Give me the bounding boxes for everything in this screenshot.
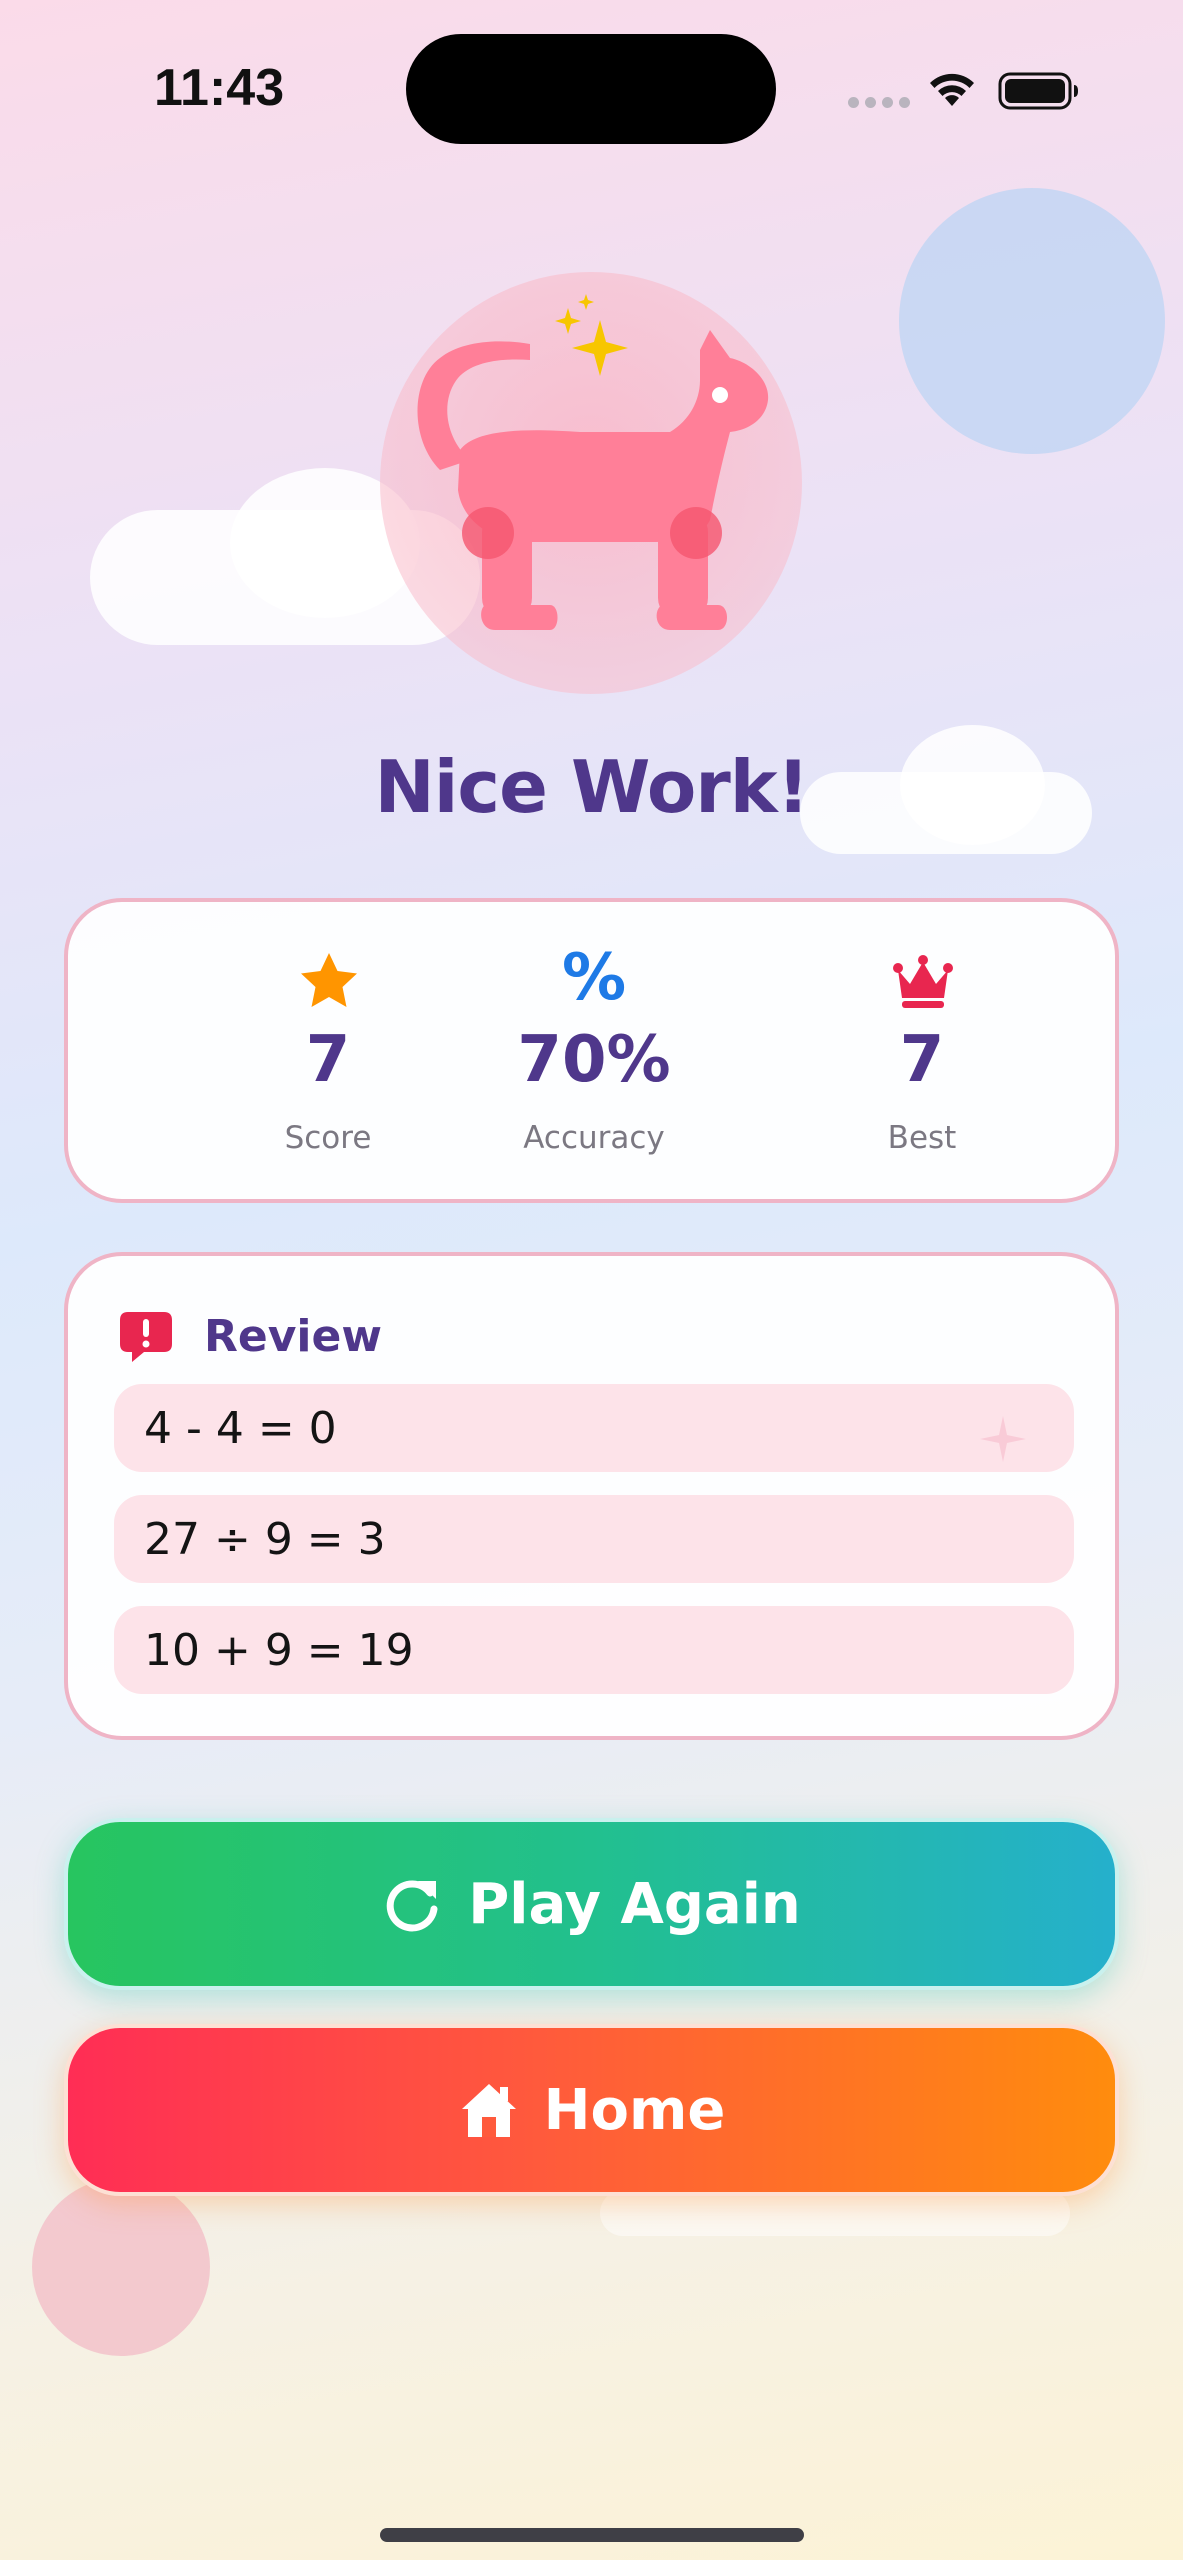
best-value: 7: [899, 1023, 945, 1097]
best-label: Best: [887, 1120, 957, 1156]
score-label: Score: [284, 1120, 372, 1156]
review-item: 10 + 9 = 19: [114, 1606, 1074, 1694]
sparkles-icon: [555, 294, 628, 376]
review-item: 4 - 4 = 0: [114, 1384, 1074, 1472]
page-title: Nice Work!: [374, 745, 809, 829]
battery-icon: [998, 72, 1078, 110]
play-again-label: Play Again: [468, 1871, 801, 1937]
review-card: Review 4 - 4 = 0 27 ÷ 9 = 3 10 + 9 = 19: [64, 1252, 1119, 1740]
crown-icon: [893, 955, 953, 1008]
best-stat: 7 Best: [772, 902, 1072, 1199]
stats-card: 7 Score % 70% Accuracy 7 Best: [64, 898, 1119, 1203]
review-title: Review: [204, 1310, 382, 1362]
wifi-icon: [930, 73, 974, 106]
home-button[interactable]: Home: [64, 2024, 1119, 2196]
cellular-signal-icon: [848, 97, 910, 108]
cloud-decoration: [600, 2190, 1070, 2236]
home-label: Home: [543, 2077, 726, 2143]
accuracy-value: 70%: [517, 1023, 671, 1097]
review-header: Review: [118, 1306, 382, 1366]
refresh-icon: [386, 1880, 438, 1932]
percent-icon: %: [561, 941, 627, 1015]
house-icon: [461, 2084, 516, 2137]
score-stat: 7 Score: [178, 902, 478, 1199]
accuracy-stat: % 70% Accuracy: [444, 902, 744, 1199]
dynamic-island: [406, 34, 776, 144]
decorative-circle: [32, 2178, 210, 2356]
play-again-button[interactable]: Play Again: [64, 1818, 1119, 1990]
score-value: 7: [305, 1023, 351, 1097]
alert-bubble-icon: [120, 1312, 172, 1362]
review-item: 27 ÷ 9 = 3: [114, 1495, 1074, 1583]
review-list: 4 - 4 = 0 27 ÷ 9 = 3 10 + 9 = 19: [114, 1384, 1074, 1717]
status-time: 11:43: [154, 59, 285, 117]
decorative-circle: [899, 188, 1165, 454]
status-bar: 11:43: [0, 0, 1183, 180]
home-indicator[interactable]: [380, 2528, 804, 2542]
star-icon: [301, 953, 357, 1007]
accuracy-label: Accuracy: [523, 1120, 665, 1156]
